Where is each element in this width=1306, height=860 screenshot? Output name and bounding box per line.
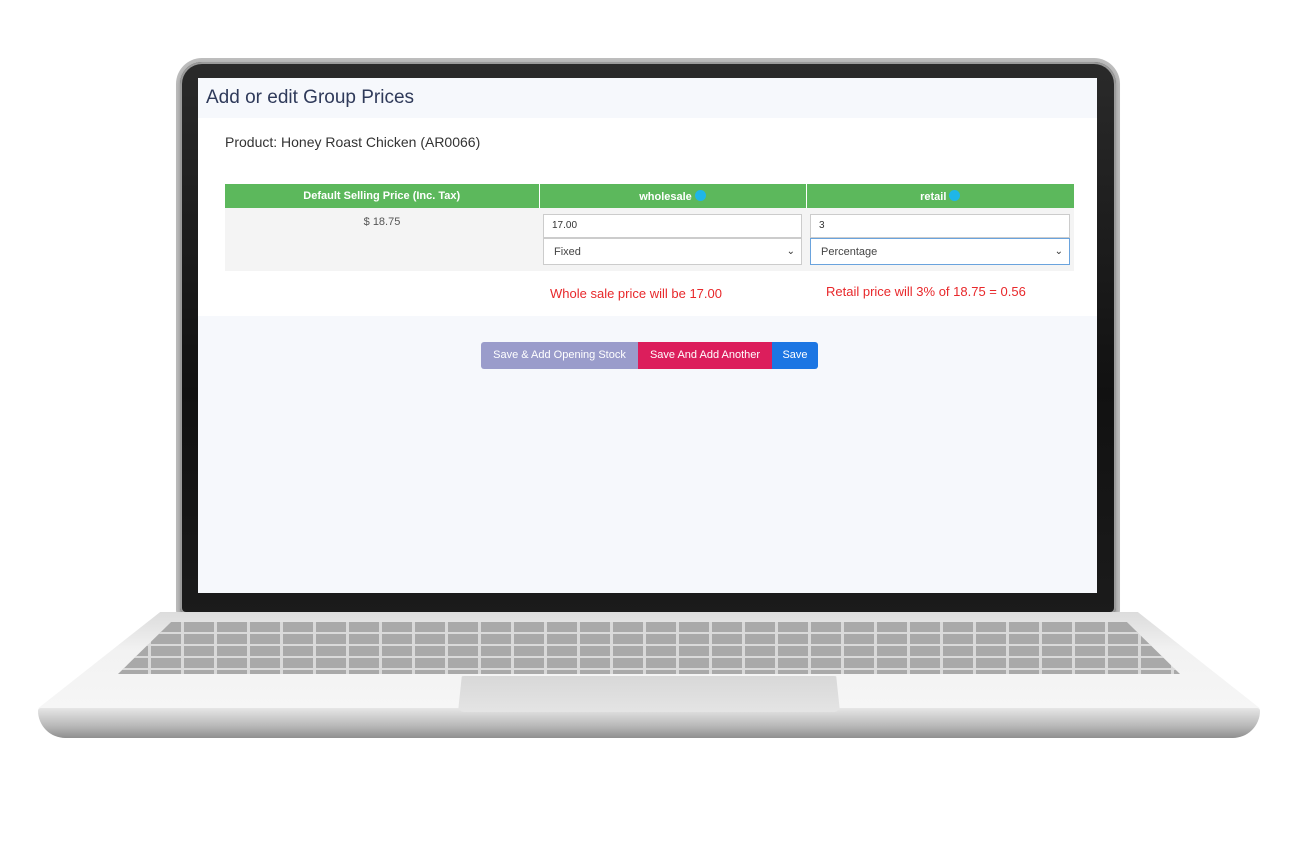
laptop-base-edge — [38, 708, 1260, 738]
page-title: Add or edit Group Prices — [206, 87, 415, 108]
retail-price-hint: Retail price will 3% of 18.75 = 0.56 — [826, 284, 1026, 299]
wholesale-price-type-value: Fixed — [554, 245, 581, 258]
page-header: Add or edit Group Prices — [198, 78, 1097, 118]
trackpad — [458, 676, 840, 712]
default-price-value: $ 18.75 — [225, 208, 539, 271]
retail-cell: 3 Percentage ⌄ — [806, 208, 1074, 271]
retail-price-type-value: Percentage — [821, 245, 878, 258]
info-icon[interactable] — [694, 189, 706, 201]
laptop-mockup: Add or edit Group Prices Product: Honey … — [0, 0, 1306, 860]
save-and-add-another-button[interactable]: Save And Add Another — [638, 342, 772, 369]
chevron-down-icon: ⌄ — [1054, 246, 1063, 257]
table-row: $ 18.75 17.00 Fixed ⌄ 3 Percentage ⌄ — [225, 208, 1074, 271]
chevron-down-icon: ⌄ — [786, 246, 795, 257]
header-default-price: Default Selling Price (Inc. Tax) — [225, 184, 540, 208]
header-retail: retail — [806, 184, 1074, 208]
keyboard — [118, 622, 1180, 674]
action-buttons: Save & Add Opening Stock Save And Add An… — [481, 342, 818, 369]
group-prices-table: Default Selling Price (Inc. Tax) wholesa… — [225, 184, 1074, 271]
actions-area: Save & Add Opening Stock Save And Add An… — [198, 316, 1097, 593]
app-screen: Add or edit Group Prices Product: Honey … — [198, 78, 1097, 593]
group-prices-panel: Product: Honey Roast Chicken (AR0066) De… — [198, 118, 1097, 316]
retail-price-type-select[interactable]: Percentage ⌄ — [810, 238, 1070, 265]
save-add-opening-stock-button[interactable]: Save & Add Opening Stock — [481, 342, 638, 369]
wholesale-cell: 17.00 Fixed ⌄ — [539, 208, 806, 271]
wholesale-price-hint: Whole sale price will be 17.00 — [550, 286, 722, 301]
table-header-row: Default Selling Price (Inc. Tax) wholesa… — [225, 184, 1074, 208]
retail-price-input[interactable]: 3 — [810, 214, 1070, 238]
wholesale-price-type-select[interactable]: Fixed ⌄ — [543, 238, 802, 265]
product-label: Product: Honey Roast Chicken (AR0066) — [225, 134, 481, 150]
save-button[interactable]: Save — [772, 342, 818, 369]
header-wholesale: wholesale — [539, 184, 807, 208]
wholesale-price-input[interactable]: 17.00 — [543, 214, 802, 238]
info-icon[interactable] — [949, 189, 961, 201]
